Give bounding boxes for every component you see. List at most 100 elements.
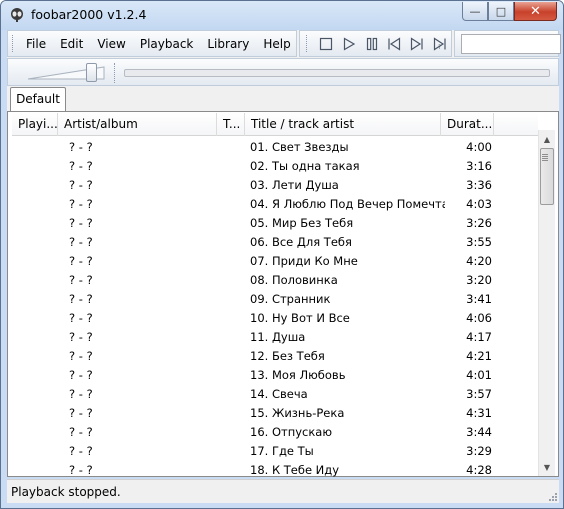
track-row[interactable]: ? - ? 08. Половинка 3:20 [12,270,538,289]
toolbar-area: File Edit View Playback Library Help ? [7,30,561,86]
maximize-button[interactable]: □ [488,2,514,21]
track-title: 11. Душа [250,330,306,344]
menu-library[interactable]: Library [200,37,256,51]
track-duration: 3:55 [466,235,492,249]
track-row[interactable]: ? - ? 16. Отпускаю 3:44 [12,422,538,441]
track-duration: 3:26 [466,216,492,230]
track-title: 07. Приди Ко Мне [250,254,358,268]
previous-icon [388,36,401,51]
track-row[interactable]: ? - ? 04. Я Люблю Под Вечер Помечта... 4:0… [12,194,538,213]
volume-slider-thumb[interactable] [86,63,97,82]
menu-bar: File Edit View Playback Library Help [7,30,297,57]
column-header-title[interactable]: Title / track artist [245,113,441,136]
track-title: 18. К Тебе Иду [250,463,340,477]
track-artist-album: ? - ? [69,406,93,420]
minimize-button[interactable]: — [462,2,488,21]
track-artist-album: ? - ? [69,235,93,249]
track-duration: 4:21 [466,349,492,363]
track-row[interactable]: ? - ? 13. Моя Любовь 4:01 [12,365,538,384]
track-artist-album: ? - ? [69,387,93,401]
track-row[interactable]: ? - ? 03. Лети Душа 3:36 [12,175,538,194]
track-row[interactable]: ? - ? 14. Свеча 3:57 [12,384,538,403]
track-duration: 4:28 [466,463,492,477]
svg-text:?: ? [438,44,441,51]
track-row[interactable]: ? - ? 11. Душа 4:17 [12,327,538,346]
stop-button[interactable] [315,34,338,54]
toolbar-grip[interactable] [306,35,309,52]
track-duration: 3:44 [466,425,492,439]
previous-button[interactable] [383,34,406,54]
track-title: 05. Мир Без Тебя [250,216,354,230]
track-row[interactable]: ? - ? 02. Ты одна такая 3:16 [12,156,538,175]
scroll-up-arrow-icon[interactable]: ▲ [539,131,555,147]
search-input[interactable] [461,34,561,54]
track-duration: 3:57 [466,387,492,401]
column-header-duration[interactable]: Durat... [441,113,494,136]
track-title: 01. Свет Звезды [250,140,349,154]
app-window: foobar2000 v1.2.4 — □ ✕ File Edit View P… [0,0,564,509]
column-header-artist-album[interactable]: Artist/album [58,113,217,136]
resize-grip-icon[interactable] [546,490,558,502]
title-bar[interactable]: foobar2000 v1.2.4 — □ ✕ [1,1,563,30]
menu-view[interactable]: View [90,37,132,51]
track-artist-album: ? - ? [69,273,93,287]
track-list: ? - ? 01. Свет Звезды 4:00 ? - ? 02. Ты одна… [12,137,538,477]
column-header-playing[interactable]: Playi... [12,113,58,136]
seek-bar[interactable] [124,69,550,77]
status-text: Playback stopped. [11,485,121,499]
track-duration: 3:36 [466,178,492,192]
track-artist-album: ? - ? [69,197,93,211]
playback-toolbar: ? [299,30,452,57]
search-toolbar [454,30,561,57]
track-duration: 4:00 [466,140,492,154]
close-button[interactable]: ✕ [514,2,557,21]
track-artist-album: ? - ? [69,216,93,230]
track-title: 16. Отпускаю [250,425,333,439]
pause-button[interactable] [360,34,383,54]
scroll-down-arrow-icon[interactable]: ▼ [539,459,555,475]
foobar-alien-icon [11,8,23,22]
track-artist-album: ? - ? [69,140,93,154]
track-title: 12. Без Тебя [250,349,325,363]
track-row[interactable]: ? - ? 17. Где Ты 3:29 [12,441,538,460]
random-icon: ? [433,36,446,51]
track-title: 09. Странник [250,292,331,306]
track-duration: 3:41 [466,292,492,306]
column-header-track-number[interactable]: T... [217,113,245,136]
track-row[interactable]: ? - ? 06. Все Для Тебя 3:55 [12,232,538,251]
track-row[interactable]: ? - ? 12. Без Тебя 4:21 [12,346,538,365]
playlist-header: Playi... Artist/album T... Title / track… [12,113,538,136]
track-artist-album: ? - ? [69,330,93,344]
track-artist-album: ? - ? [69,463,93,477]
toolbar-grip[interactable] [114,63,115,83]
track-row[interactable]: ? - ? 15. Жизнь-Река 4:31 [12,403,538,422]
track-title: 08. Половинка [250,273,338,287]
random-button[interactable]: ? [428,34,451,54]
track-duration: 3:16 [466,159,492,173]
play-icon [343,36,356,51]
track-title: 04. Я Люблю Под Вечер Помечта... [250,197,445,211]
track-row[interactable]: ? - ? 10. Ну Вот И Все 4:06 [12,308,538,327]
track-artist-album: ? - ? [69,311,93,325]
vertical-scrollbar[interactable]: ▲ ▼ [538,130,555,476]
playlist-tabs: Default [7,86,559,112]
track-row[interactable]: ? - ? 01. Свет Звезды 4:00 [12,137,538,156]
menu-file[interactable]: File [19,37,53,51]
play-button[interactable] [338,34,361,54]
track-title: 03. Лети Душа [250,178,339,192]
playlist-view[interactable]: Playi... Artist/album T... Title / track… [7,111,559,477]
next-button[interactable] [406,34,429,54]
menu-edit[interactable]: Edit [53,37,90,51]
track-duration: 4:17 [466,330,492,344]
menu-help[interactable]: Help [256,37,297,51]
track-duration: 4:01 [466,368,492,382]
toolbar-grip[interactable] [12,35,13,52]
menu-playback[interactable]: Playback [133,37,201,51]
track-row[interactable]: ? - ? 18. К Тебе Иду 4:28 [12,460,538,477]
track-artist-album: ? - ? [69,349,93,363]
track-row[interactable]: ? - ? 05. Мир Без Тебя 3:26 [12,213,538,232]
track-row[interactable]: ? - ? 07. Приди Ко Мне 4:20 [12,251,538,270]
track-artist-album: ? - ? [69,159,93,173]
track-row[interactable]: ? - ? 09. Странник 3:41 [12,289,538,308]
tab-default[interactable]: Default [10,87,66,112]
